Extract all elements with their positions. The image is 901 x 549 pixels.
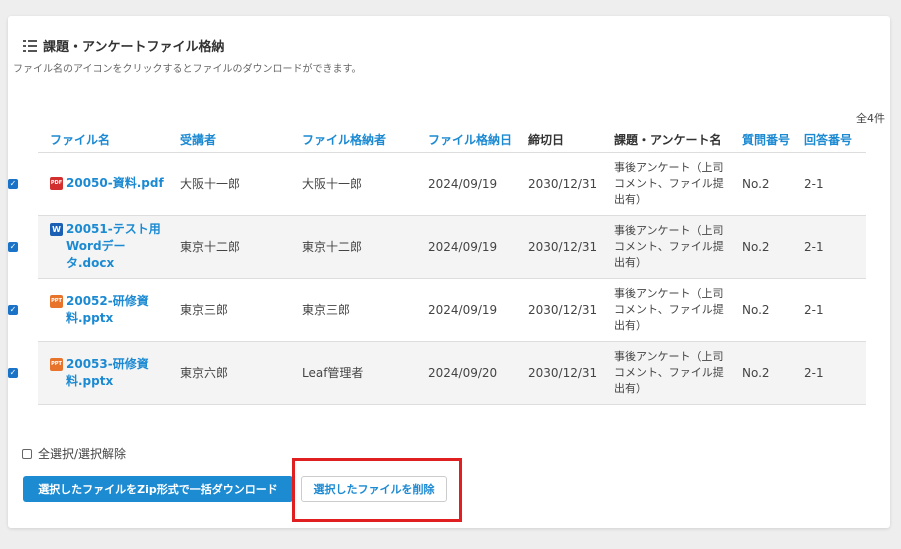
question-no-cell: No.2 [738, 152, 800, 216]
deadline-cell: 2030/12/31 [524, 341, 610, 405]
deadline-cell: 2030/12/31 [524, 215, 610, 279]
table-row: ✓ PPT 20052-研修資料.pptx 東京三郎 東京三郎 2024/09/19 203… [8, 278, 866, 342]
description-text: ファイル名のアイコンをクリックするとファイルのダウンロードができます。 [13, 64, 362, 75]
question-no-cell: No.2 [738, 341, 800, 405]
question-no-cell: No.2 [738, 215, 800, 279]
column-header-upload-date[interactable]: ファイル格納日 [424, 128, 524, 153]
pdf-icon[interactable]: PDF [50, 177, 63, 190]
file-cell: PPT 20052-研修資料.pptx [46, 278, 176, 342]
student-cell: 東京十二郎 [176, 215, 298, 279]
file-link[interactable]: W 20051-テスト用Wordデータ.docx [50, 221, 168, 272]
deadline-cell: 2030/12/31 [524, 152, 610, 216]
file-cell: PDF 20050-資料.pdf [46, 152, 176, 216]
row-checkbox[interactable]: ✓ [8, 241, 18, 252]
row-checkbox[interactable]: ✓ [8, 178, 18, 189]
file-name[interactable]: 20052-研修資料.pptx [66, 293, 168, 327]
upload-date-cell: 2024/09/19 [424, 215, 524, 279]
card-title: 課題・アンケートファイル格納 [23, 36, 224, 55]
table-row: ✓ PPT 20053-研修資料.pptx 東京六郎 Leaf管理者 2024/09/20… [8, 341, 866, 405]
assignment-name: 事後アンケート（上司コメント、ファイル提出有） [614, 349, 724, 395]
answer-no-cell: 2-1 [800, 215, 866, 279]
file-cell: W 20051-テスト用Wordデータ.docx [46, 215, 176, 279]
row-checkbox[interactable]: ✓ [8, 304, 18, 315]
assignment-cell: 事後アンケート（上司コメント、ファイル提出有） [610, 278, 738, 342]
red-highlight-box [292, 458, 462, 522]
row-checkbox-cell: ✓ [8, 215, 46, 279]
file-link[interactable]: PDF 20050-資料.pdf [50, 175, 168, 192]
column-header-file[interactable]: ファイル名 [46, 128, 176, 153]
assignment-cell: 事後アンケート（上司コメント、ファイル提出有） [610, 215, 738, 279]
file-name[interactable]: 20051-テスト用Wordデータ.docx [66, 221, 168, 272]
table-header-row: ファイル名 受講者 ファイル格納者 ファイル格納日 締切日 課題・アンケート名 … [38, 128, 866, 153]
file-name[interactable]: 20053-研修資料.pptx [66, 356, 168, 390]
student-cell: 東京三郎 [176, 278, 298, 342]
uploader-cell: 東京三郎 [298, 278, 424, 342]
select-all-checkbox[interactable] [22, 448, 32, 459]
student-cell: 大阪十一郎 [176, 152, 298, 216]
table-row: ✓ PDF 20050-資料.pdf 大阪十一郎 大阪十一郎 2024/09/19 2030… [8, 152, 866, 216]
upload-date-cell: 2024/09/20 [424, 341, 524, 405]
table-row: ✓ W 20051-テスト用Wordデータ.docx 東京十二郎 東京十二郎 2024/0… [8, 215, 866, 279]
file-name[interactable]: 20050-資料.pdf [66, 175, 164, 192]
student-cell: 東京六郎 [176, 341, 298, 405]
assignment-cell: 事後アンケート（上司コメント、ファイル提出有） [610, 341, 738, 405]
assignment-name: 事後アンケート（上司コメント、ファイル提出有） [614, 160, 724, 206]
row-checkbox[interactable]: ✓ [8, 367, 18, 378]
powerpoint-icon[interactable]: PPT [50, 294, 63, 308]
card-title-text: 課題・アンケートファイル格納 [43, 40, 225, 55]
column-header-answer-no[interactable]: 回答番号 [800, 128, 866, 153]
answer-no-cell: 2-1 [800, 152, 866, 216]
uploader-cell: Leaf管理者 [298, 341, 424, 405]
assignment-name: 事後アンケート（上司コメント、ファイル提出有） [614, 286, 724, 332]
column-header-assignment: 課題・アンケート名 [610, 128, 738, 153]
zip-download-button[interactable]: 選択したファイルをZip形式で一括ダウンロード [23, 476, 293, 502]
file-link[interactable]: PPT 20052-研修資料.pptx [50, 293, 168, 327]
row-checkbox-cell: ✓ [8, 278, 46, 342]
list-icon [23, 39, 37, 52]
file-link[interactable]: PPT 20053-研修資料.pptx [50, 356, 168, 390]
upload-date-cell: 2024/09/19 [424, 152, 524, 216]
powerpoint-icon[interactable]: PPT [50, 357, 63, 371]
uploader-cell: 大阪十一郎 [298, 152, 424, 216]
word-icon[interactable]: W [50, 223, 63, 236]
answer-no-cell: 2-1 [800, 278, 866, 342]
column-header-question-no[interactable]: 質問番号 [738, 128, 800, 153]
select-all-toggle[interactable]: 全選択/選択解除 [22, 445, 126, 462]
answer-no-cell: 2-1 [800, 341, 866, 405]
question-no-cell: No.2 [738, 278, 800, 342]
total-count: 全4件 [856, 112, 885, 125]
uploader-cell: 東京十二郎 [298, 215, 424, 279]
row-checkbox-cell: ✓ [8, 341, 46, 405]
upload-date-cell: 2024/09/19 [424, 278, 524, 342]
deadline-cell: 2030/12/31 [524, 278, 610, 342]
column-header-uploader[interactable]: ファイル格納者 [298, 128, 424, 153]
assignment-name: 事後アンケート（上司コメント、ファイル提出有） [614, 223, 724, 269]
row-checkbox-cell: ✓ [8, 152, 46, 216]
column-header-deadline: 締切日 [524, 128, 610, 153]
checkbox-column-header [38, 128, 46, 153]
select-all-label: 全選択/選択解除 [38, 447, 127, 461]
column-header-student[interactable]: 受講者 [176, 128, 298, 153]
file-table: ファイル名 受講者 ファイル格納者 ファイル格納日 締切日 課題・アンケート名 … [8, 128, 866, 405]
file-cell: PPT 20053-研修資料.pptx [46, 341, 176, 405]
assignment-cell: 事後アンケート（上司コメント、ファイル提出有） [610, 152, 738, 216]
